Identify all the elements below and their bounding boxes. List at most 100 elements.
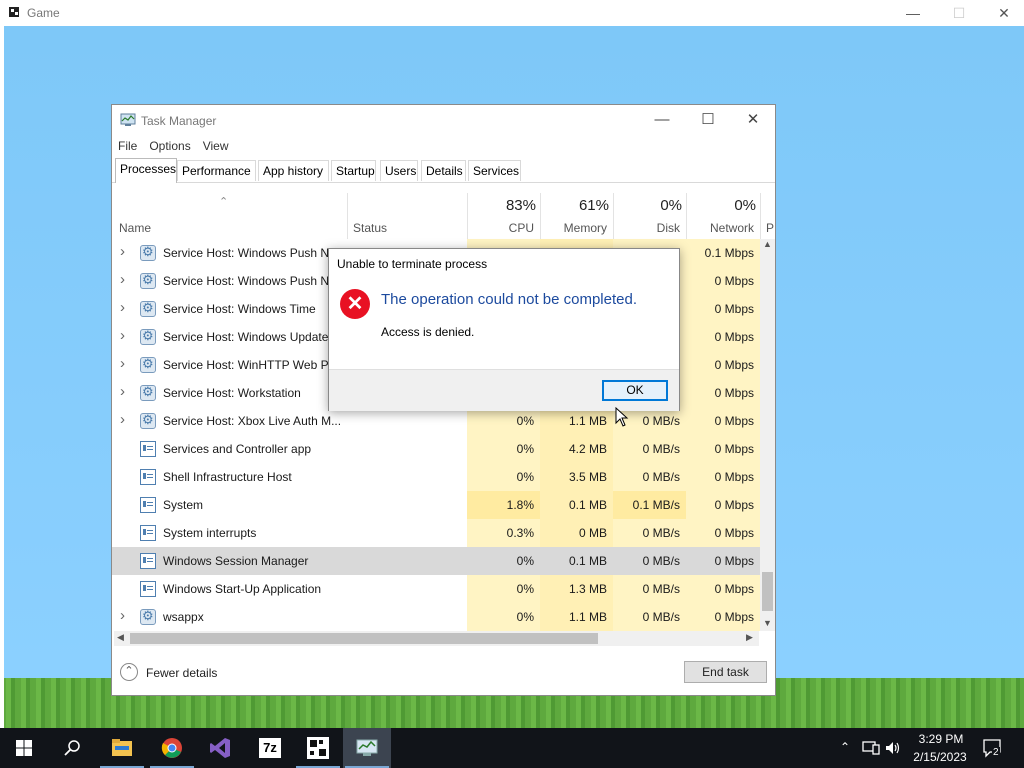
table-row[interactable]: Windows Session Manager 0% 0.1 MB 0 MB/s 0 M… — [112, 547, 760, 575]
table-row[interactable]: System interrupts 0.3% 0 MB 0 MB/s 0 Mbps — [112, 519, 760, 547]
chevron-right-icon[interactable]: › — [120, 383, 125, 400]
end-task-button[interactable]: End task — [684, 661, 767, 683]
outer-maximize-button[interactable]: ☐ — [936, 0, 982, 26]
cell-disk: 0 MB/s — [613, 575, 686, 603]
network-icon[interactable] — [862, 740, 880, 756]
menu-view[interactable]: View — [197, 136, 235, 156]
clock-date[interactable]: 2/15/2023 — [910, 750, 970, 764]
cell-mem: 4.2 MB — [540, 435, 613, 463]
task-manager-title: Task Manager — [141, 114, 217, 128]
cell-disk: 0 MB/s — [613, 603, 686, 631]
process-name: Service Host: Xbox Live Auth M... — [163, 414, 342, 428]
column-header-cpu[interactable]: 83% CPU — [467, 193, 540, 239]
tm-minimize-button[interactable]: — — [639, 108, 685, 132]
ok-button[interactable]: OK — [602, 380, 668, 401]
cell-cpu: 1.8% — [467, 491, 540, 519]
service-gear-icon — [140, 244, 156, 261]
chevron-right-icon[interactable]: › — [120, 243, 125, 260]
column-header-network[interactable]: 0% Network — [686, 193, 760, 239]
column-header-disk[interactable]: 0% Disk — [613, 193, 686, 239]
outer-window-title: Game — [27, 6, 60, 20]
chevron-right-icon[interactable]: › — [120, 355, 125, 372]
taskbar-file-explorer[interactable] — [98, 728, 146, 768]
service-gear-icon — [140, 300, 156, 317]
chevron-up-icon[interactable]: ⌃ — [120, 663, 138, 681]
scroll-down-arrow-icon[interactable]: ▼ — [763, 618, 772, 628]
tab-services[interactable]: Services — [468, 160, 521, 181]
horizontal-scroll-thumb[interactable] — [130, 633, 598, 644]
show-hidden-icons-chevron-icon[interactable]: ⌃ — [840, 740, 850, 754]
menu-file[interactable]: File — [112, 136, 143, 156]
taskbar-task-manager[interactable] — [343, 728, 391, 768]
outer-close-button[interactable]: ✕ — [981, 0, 1024, 26]
cell-net: 0 Mbps — [686, 295, 760, 323]
table-row[interactable]: System 1.8% 0.1 MB 0.1 MB/s 0 Mbps — [112, 491, 760, 519]
table-row[interactable]: Windows Start-Up Application 0% 1.3 MB 0 MB… — [112, 575, 760, 603]
taskbar-visual-studio[interactable] — [196, 728, 244, 768]
clock-time[interactable]: 3:29 PM — [917, 732, 965, 746]
chevron-right-icon[interactable]: › — [120, 411, 125, 428]
window-border — [0, 26, 4, 728]
tab-users[interactable]: Users — [380, 160, 418, 181]
cell-net: 0 Mbps — [686, 463, 760, 491]
tab-details[interactable]: Details — [421, 160, 466, 181]
process-window-icon — [140, 469, 156, 485]
process-name: Service Host: WinHTTP Web Pro — [163, 358, 340, 372]
scroll-up-arrow-icon[interactable]: ▲ — [763, 239, 772, 249]
tab-startup[interactable]: Startup — [331, 160, 376, 181]
process-name: wsappx — [163, 610, 204, 624]
cell-net: 0 Mbps — [686, 519, 760, 547]
scroll-left-arrow-icon[interactable]: ◀ — [117, 632, 124, 643]
error-dialog: Unable to terminate process ✕ The operat… — [328, 248, 680, 411]
cell-mem: 1.3 MB — [540, 575, 613, 603]
menu-options[interactable]: Options — [143, 136, 196, 156]
process-name: Service Host: Workstation — [163, 386, 301, 400]
table-row[interactable]: › Service Host: Xbox Live Auth M... 0%1.1 … — [112, 407, 760, 435]
tab-performance[interactable]: Performance — [177, 160, 256, 181]
process-name: Windows Start-Up Application — [163, 582, 322, 596]
service-gear-icon — [140, 608, 156, 625]
table-row[interactable]: Services and Controller app 0% 4.2 MB 0 MB/… — [112, 435, 760, 463]
sort-up-icon: ⌃ — [219, 196, 229, 208]
process-window-icon — [140, 581, 156, 597]
column-cpu-label: CPU — [508, 221, 534, 235]
outer-minimize-button[interactable]: — — [890, 0, 936, 26]
process-name: Service Host: Windows Push No — [163, 246, 336, 260]
chevron-right-icon[interactable]: › — [120, 271, 125, 288]
column-header-name[interactable]: ⌃ Name — [112, 193, 347, 239]
tm-close-button[interactable]: ✕ — [730, 108, 776, 132]
cell-disk: 0.1 MB/s — [613, 491, 686, 519]
column-header-memory[interactable]: 61% Memory — [540, 193, 613, 239]
cell-cpu: 0% — [467, 407, 540, 435]
start-button[interactable] — [0, 728, 48, 768]
chevron-right-icon[interactable]: › — [120, 327, 125, 344]
tab-app-history[interactable]: App history — [258, 160, 329, 181]
tab-processes[interactable]: Processes — [115, 158, 177, 183]
process-name: System interrupts — [163, 526, 257, 540]
cell-mem: 3.5 MB — [540, 463, 613, 491]
column-memory-label: Memory — [563, 221, 607, 235]
service-gear-icon — [140, 384, 156, 401]
taskbar-chrome[interactable] — [148, 728, 196, 768]
fewer-details-link[interactable]: Fewer details — [146, 666, 217, 680]
notification-count-badge: 2 — [992, 747, 1000, 758]
chevron-right-icon[interactable]: › — [120, 607, 125, 624]
search-button[interactable] — [48, 728, 96, 768]
column-header-power[interactable]: P — [760, 193, 775, 239]
scroll-right-arrow-icon[interactable]: ▶ — [746, 632, 753, 643]
taskbar-7zip[interactable]: 7z — [246, 728, 294, 768]
tm-maximize-button[interactable]: ☐ — [685, 108, 731, 132]
table-row[interactable]: Shell Infrastructure Host 0% 3.5 MB 0 MB/s 0… — [112, 463, 760, 491]
table-row[interactable]: › wsappx 0%1.1 MB0 MB/s0 Mbps — [112, 603, 760, 631]
chevron-right-icon[interactable]: › — [120, 299, 125, 316]
cell-cpu: 0% — [467, 547, 540, 575]
column-header-status[interactable]: Status — [347, 193, 467, 239]
cell-net: 0.1 Mbps — [686, 239, 760, 267]
network-total-percent: 0% — [734, 197, 756, 214]
column-network-label: Network — [709, 221, 754, 235]
taskbar-game[interactable] — [294, 728, 342, 768]
vertical-scroll-thumb[interactable] — [762, 572, 773, 611]
volume-icon[interactable] — [885, 740, 901, 756]
task-manager-titlebar[interactable]: Task Manager — ☐ ✕ — [112, 105, 775, 135]
disk-total-percent: 0% — [660, 197, 682, 214]
